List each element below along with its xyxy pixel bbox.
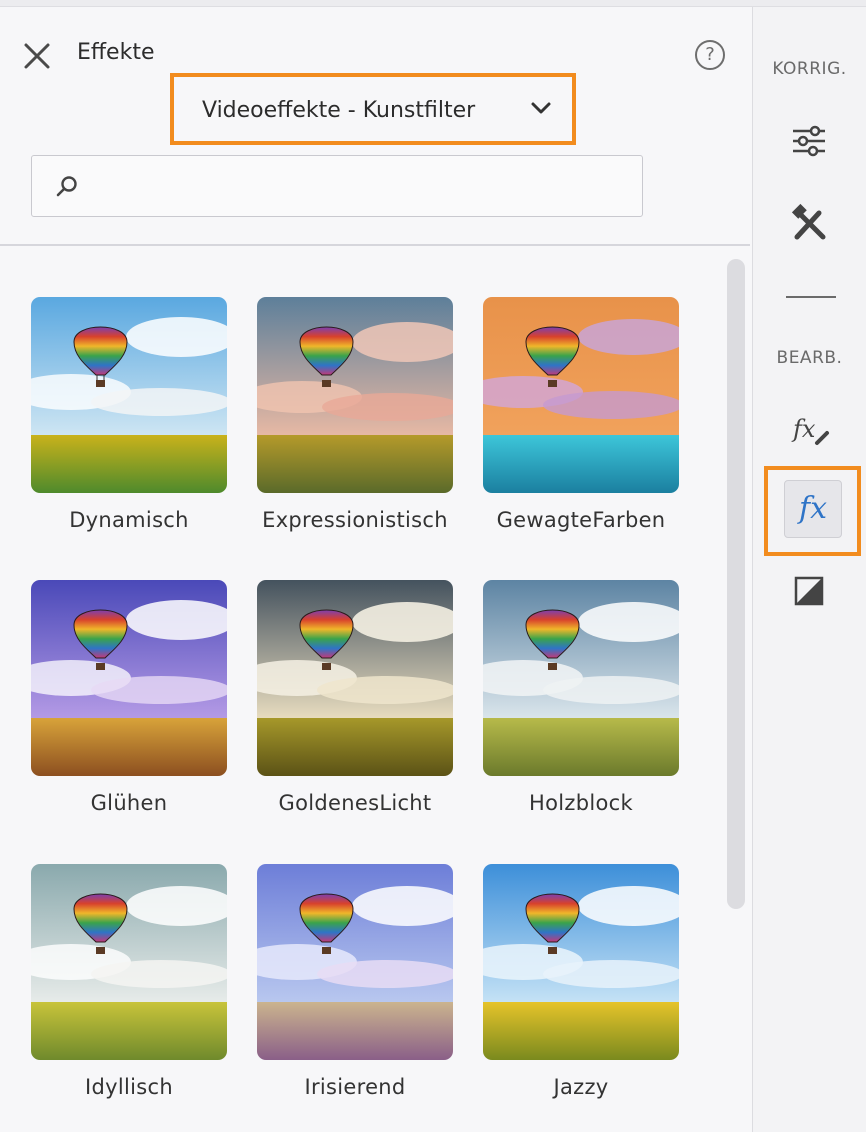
effect-label: Jazzy [553,1075,609,1099]
effect-label: Expressionistisch [262,508,448,532]
tools-button[interactable] [779,193,839,253]
rail-divider [786,296,836,298]
close-button[interactable] [22,41,52,71]
effect-tile-expressionistisch[interactable]: Expressionistisch [257,297,453,532]
effect-thumbnail [257,864,453,1060]
effect-tile-holzblock[interactable]: Holzblock [483,580,679,815]
effect-tile-gluehen[interactable]: Glühen [31,580,227,815]
close-icon [24,43,50,69]
panel-title: Effekte [77,40,155,65]
effect-label: Idyllisch [85,1075,173,1099]
effect-thumbnail [257,297,453,493]
effects-button[interactable]: fx [784,480,842,538]
effect-tile-jazzy[interactable]: Jazzy [483,864,679,1099]
effect-tile-irisierend[interactable]: Irisierend [257,864,453,1099]
effect-label: Glühen [90,791,168,815]
effect-tile-idyllisch[interactable]: Idyllisch [31,864,227,1099]
effect-category-dropdown[interactable]: Videoeffekte - Kunstfilter [170,73,576,145]
effect-label: Holzblock [529,791,633,815]
scrollbar-thumb[interactable] [727,259,745,909]
effect-thumbnail [483,580,679,776]
help-icon[interactable]: ? [695,40,725,70]
search-box[interactable] [31,155,643,217]
effect-label: GewagteFarben [496,508,666,532]
effect-thumbnail [31,297,227,493]
rail-section-bearb: BEARB. [776,348,843,368]
search-icon [56,176,77,197]
fx-edit-button[interactable]: fx [779,399,839,459]
fx-icon: fx [798,491,828,526]
effect-tile-gewagtefarben[interactable]: GewagteFarben [483,297,679,532]
right-tool-rail: KORRIG. BEARB. fx fx [753,7,866,1132]
effect-label: GoldenesLicht [278,791,432,815]
effects-button-highlight: fx [764,466,861,556]
effect-thumbnail [483,864,679,1060]
panel-header: Effekte ? Videoeffekte - Kunstfilter [0,7,752,244]
rail-section-korrig: KORRIG. [772,59,847,79]
sliders-icon [793,125,825,157]
scrollbar[interactable] [727,259,745,1129]
effect-label: Irisierend [304,1075,406,1099]
overlay-button[interactable] [779,561,839,621]
effect-tile-dynamisch[interactable]: Dynamisch [31,297,227,532]
effect-thumbnail [31,864,227,1060]
tools-icon [791,203,826,240]
contrast-icon [794,576,824,606]
header-divider [0,244,750,246]
effect-tile-goldeneslicht[interactable]: GoldenesLicht [257,580,453,815]
effect-thumbnail [483,297,679,493]
effect-thumbnail [257,580,453,776]
effects-panel: Effekte ? Videoeffekte - Kunstfilter Dyn… [0,7,753,1132]
chevron-down-icon [531,102,551,114]
effects-grid: Dynamisch Expressionistisch GewagteFarbe… [0,253,722,1132]
effect-label: Dynamisch [69,508,189,532]
svg-text:fx: fx [791,415,816,443]
top-border [0,0,866,7]
dropdown-selected-value: Videoeffekte - Kunstfilter [202,98,476,123]
effect-thumbnail [31,580,227,776]
adjustments-button[interactable] [779,111,839,171]
search-input[interactable] [88,162,632,212]
fx-edit-icon: fx [791,415,829,445]
